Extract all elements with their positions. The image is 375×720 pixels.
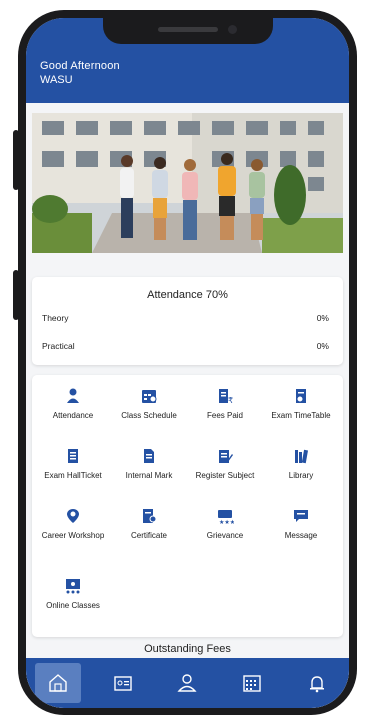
menu-item-career-workshop[interactable]: Career Workshop bbox=[38, 507, 108, 541]
register-subject-icon bbox=[219, 450, 233, 463]
home-icon bbox=[49, 674, 67, 692]
menu-item-internal-mark[interactable]: Internal Mark bbox=[114, 447, 184, 481]
nav-notifications[interactable] bbox=[294, 663, 340, 703]
hall-ticket-icon bbox=[68, 449, 78, 463]
attendance-value: 0% bbox=[316, 341, 329, 351]
menu-item-fees-paid[interactable]: ₹ Fees Paid bbox=[190, 387, 260, 421]
menu-item-class-schedule[interactable]: Class Schedule bbox=[114, 387, 184, 421]
greeting-text: Good Afternoon bbox=[40, 60, 120, 72]
menu-item-exam-hallticket[interactable]: Exam HallTicket bbox=[38, 447, 108, 481]
menu-item-label: Message bbox=[284, 531, 318, 540]
library-icon bbox=[295, 449, 309, 464]
phone-side-button bbox=[13, 270, 19, 320]
svg-text:₹: ₹ bbox=[228, 396, 233, 405]
notification-icon bbox=[309, 676, 324, 693]
attendance-row-theory: Theory 0% bbox=[42, 313, 329, 323]
menu-item-label: Online Classes bbox=[46, 601, 100, 610]
fees-paid-icon: ₹ bbox=[219, 389, 233, 405]
menu-item-label: Grievance bbox=[206, 531, 244, 540]
menu-item-label: Register Subject bbox=[195, 471, 255, 480]
menu-item-grievance[interactable]: ★★★ Grievance bbox=[190, 507, 260, 541]
menu-item-message[interactable]: Message bbox=[266, 507, 336, 541]
attendance-card[interactable]: Attendance 70% Theory 0% Practical 0% bbox=[32, 277, 343, 365]
certificate-icon bbox=[143, 509, 157, 523]
menu-item-label: Exam HallTicket bbox=[44, 471, 102, 480]
online-classes-icon bbox=[66, 579, 80, 594]
svg-text:★★★: ★★★ bbox=[219, 519, 234, 525]
attendance-label: Theory bbox=[42, 313, 69, 323]
nav-calendar[interactable] bbox=[229, 663, 275, 703]
grievance-icon: ★★★ bbox=[218, 510, 234, 525]
menu-item-label: Internal Mark bbox=[125, 471, 173, 480]
phone-side-button bbox=[13, 130, 19, 190]
nav-home[interactable] bbox=[35, 663, 82, 703]
career-workshop-icon bbox=[67, 509, 79, 523]
nav-id-card[interactable] bbox=[100, 663, 146, 703]
students-photo bbox=[32, 113, 343, 253]
nav-profile[interactable] bbox=[164, 663, 210, 703]
main-content: Attendance 70% Theory 0% Practical 0% At… bbox=[26, 103, 349, 708]
menu-grid: Attendance Class Schedule ₹ Fees Paid Ex… bbox=[32, 375, 343, 637]
menu-item-online-classes[interactable]: Online Classes bbox=[38, 577, 108, 611]
phone-screen: Good Afternoon WASU Attendance 70% Theor… bbox=[26, 18, 349, 708]
menu-item-library[interactable]: Library bbox=[266, 447, 336, 481]
menu-item-certificate[interactable]: Certificate bbox=[114, 507, 184, 541]
message-icon bbox=[294, 510, 308, 522]
menu-item-label: Certificate bbox=[130, 531, 167, 540]
menu-item-label: Fees Paid bbox=[206, 411, 244, 420]
user-name: WASU bbox=[40, 74, 73, 86]
id-card-icon bbox=[114, 676, 132, 691]
profile-icon bbox=[177, 674, 198, 692]
menu-item-label: Library bbox=[288, 471, 314, 480]
menu-item-label: Career Workshop bbox=[41, 531, 105, 540]
menu-item-register-subject[interactable]: Register Subject bbox=[190, 447, 260, 481]
internal-mark-icon bbox=[144, 449, 154, 463]
calendar-icon bbox=[243, 675, 261, 692]
menu-item-attendance[interactable]: Attendance bbox=[38, 387, 108, 421]
menu-item-label: Class Schedule bbox=[121, 411, 177, 420]
outstanding-fees-title: Outstanding Fees bbox=[144, 643, 231, 655]
attendance-title: Attendance 70% bbox=[147, 289, 228, 301]
bottom-nav bbox=[26, 658, 349, 708]
class-schedule-icon bbox=[142, 390, 157, 403]
menu-item-label: Exam TimeTable bbox=[271, 411, 331, 420]
attendance-label: Practical bbox=[42, 341, 75, 351]
exam-timetable-icon bbox=[296, 389, 306, 403]
menu-item-label: Attendance bbox=[52, 411, 94, 420]
phone-notch bbox=[102, 18, 273, 44]
attendance-value: 0% bbox=[316, 313, 329, 323]
attendance-row-practical: Practical 0% bbox=[42, 341, 329, 351]
hero-image bbox=[32, 113, 343, 253]
menu-item-exam-timetable[interactable]: Exam TimeTable bbox=[266, 387, 336, 421]
attendance-icon bbox=[67, 388, 79, 403]
